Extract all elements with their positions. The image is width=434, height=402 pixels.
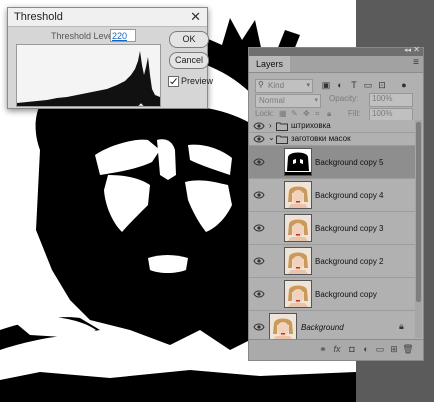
chevron-down-icon: ▾ <box>306 82 310 89</box>
eye-icon[interactable] <box>253 256 265 266</box>
chevron-down-icon[interactable]: ⌄ <box>268 133 275 142</box>
dialog-titlebar[interactable]: Threshold ✕ <box>8 8 207 27</box>
close-icon[interactable]: ✕ <box>413 45 420 54</box>
layer-thumbnail <box>284 280 312 308</box>
layer-row-group[interactable]: ⌄ заготовки масок <box>249 133 415 146</box>
layers-scrollbar[interactable] <box>415 120 422 338</box>
panel-tabbar: Layers ≡ <box>249 56 423 73</box>
layer-row[interactable]: Background copy 5 <box>249 146 415 179</box>
ok-button[interactable]: OK <box>169 31 209 48</box>
lock-icon: 🔒︎ <box>399 321 404 331</box>
layer-name: Background <box>301 323 344 332</box>
lock-transparent-icon[interactable]: ▦ <box>279 109 287 118</box>
layer-name: штриховка <box>291 121 331 130</box>
mask-icon[interactable]: ◘ <box>346 344 358 354</box>
scrollbar-thumb[interactable] <box>416 122 421 302</box>
preview-label: Preview <box>181 76 214 86</box>
layer-thumbnail <box>284 181 312 209</box>
fx-icon[interactable]: fx <box>331 344 343 354</box>
histogram-graph <box>17 51 160 106</box>
folder-icon <box>276 122 288 131</box>
filter-toggle-icon[interactable]: ● <box>399 80 409 90</box>
layer-name: Background copy 4 <box>315 191 384 200</box>
layer-row[interactable]: Background copy <box>249 278 415 311</box>
adjustment-icon[interactable]: ◐ <box>360 344 372 354</box>
cancel-button[interactable]: Cancel <box>169 52 209 69</box>
new-layer-icon[interactable]: ⊞ <box>388 344 400 355</box>
layer-list: › штриховка ⌄ заготовки масок Background… <box>249 120 423 343</box>
eye-icon[interactable] <box>253 134 265 144</box>
layer-thumbnail <box>284 247 312 275</box>
folder-icon <box>276 135 288 144</box>
threshold-histogram[interactable] <box>16 44 161 107</box>
type-filter-icon[interactable]: T <box>349 80 359 90</box>
layer-row[interactable]: Background copy 2 <box>249 245 415 278</box>
layer-thumbnail <box>284 148 312 176</box>
opacity-field[interactable]: 100% <box>369 93 413 107</box>
eye-icon[interactable] <box>253 322 265 332</box>
preview-checkbox[interactable] <box>168 76 179 87</box>
eye-icon[interactable] <box>253 121 265 131</box>
layer-row[interactable]: Background copy 3 <box>249 212 415 245</box>
eye-icon[interactable] <box>253 289 265 299</box>
chevron-down-icon: ▾ <box>314 97 318 104</box>
panel-topbar[interactable]: ◂◂ ✕ <box>249 45 423 56</box>
close-icon[interactable]: ✕ <box>190 9 201 25</box>
trash-icon[interactable]: 🗑︎ <box>402 344 414 355</box>
filter-kind-select[interactable]: ⚲ Kind ▾ <box>255 79 313 93</box>
lock-pixels-icon[interactable]: ✎ <box>291 109 298 118</box>
opacity-label: Opacity: <box>329 94 359 103</box>
smart-object-filter-icon[interactable]: ⊡ <box>377 80 387 90</box>
layer-name: Background copy 2 <box>315 257 384 266</box>
layers-panel: ◂◂ ✕ Layers ≡ ⚲ Kind ▾ ▣ ◐ T ▭ ⊡ ● Norma… <box>248 45 424 361</box>
blend-mode-label: Normal <box>259 96 285 105</box>
adjustment-filter-icon[interactable]: ◐ <box>335 80 345 90</box>
threshold-level-label: Threshold Level: <box>51 31 118 41</box>
hamburger-icon[interactable]: ≡ <box>413 57 419 68</box>
blend-mode-select[interactable]: Normal ▾ <box>255 94 321 108</box>
layers-footer: ⚭ fx ◘ ◐ ▭ ⊞ 🗑︎ <box>249 339 423 360</box>
shape-filter-icon[interactable]: ▭ <box>363 80 373 90</box>
layer-name: Background copy 3 <box>315 224 384 233</box>
link-icon[interactable]: ⚭ <box>317 344 329 355</box>
dialog-title: Threshold <box>14 11 63 23</box>
eye-icon[interactable] <box>253 157 265 167</box>
layer-name: заготовки масок <box>291 134 351 143</box>
threshold-dialog: Threshold ✕ Threshold Level: OK Cancel P… <box>7 7 213 109</box>
folder-icon[interactable]: ▭ <box>374 344 386 355</box>
lock-all-icon[interactable]: 🔒︎ <box>327 109 331 119</box>
search-icon: ⚲ <box>258 80 264 89</box>
eye-icon[interactable] <box>253 223 265 233</box>
threshold-level-input[interactable] <box>110 29 136 42</box>
filter-kind-label: Kind <box>268 81 285 90</box>
layer-thumbnail <box>284 214 312 242</box>
pixel-filter-icon[interactable]: ▣ <box>321 80 331 90</box>
layer-thumbnail <box>269 313 297 341</box>
layer-row-group[interactable]: › штриховка <box>249 120 415 133</box>
chevron-right-icon[interactable]: › <box>269 121 272 130</box>
collapse-icon[interactable]: ◂◂ <box>404 46 411 54</box>
layer-row[interactable]: Background copy 4 <box>249 179 415 212</box>
layer-name: Background copy 5 <box>315 158 384 167</box>
lock-artboard-icon[interactable]: ⌗ <box>315 109 320 119</box>
layer-name: Background copy <box>315 290 377 299</box>
lock-position-icon[interactable]: ✥ <box>303 109 310 118</box>
tab-layers[interactable]: Layers <box>249 56 291 72</box>
eye-icon[interactable] <box>253 190 265 200</box>
